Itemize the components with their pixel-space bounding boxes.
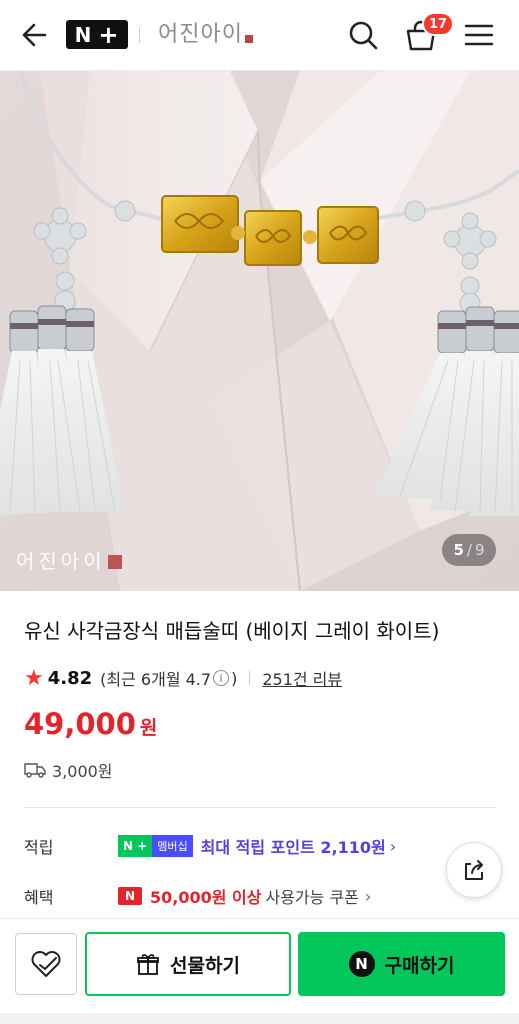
- price-currency: 원: [139, 717, 158, 739]
- price-value: 49,000: [24, 707, 136, 741]
- share-icon: [465, 860, 483, 880]
- plus-icon: +: [98, 20, 120, 49]
- shipping-fee: 3,000원: [52, 762, 113, 781]
- rating-divider: [249, 671, 251, 685]
- coupon-badge-icon: N: [118, 887, 142, 905]
- product-image[interactable]: [0, 71, 519, 591]
- hamburger-menu-icon[interactable]: [462, 18, 496, 52]
- rating-value: 4.82: [47, 667, 93, 689]
- top-header: N + 어진아이 17: [0, 0, 519, 71]
- coupon-row[interactable]: 혜택 N 50,000원 이상 사용가능 쿠폰 ›: [24, 883, 371, 909]
- product-photo: [0, 71, 519, 591]
- gift-button-label: 선물하기: [170, 954, 240, 977]
- star-icon: ★: [24, 665, 44, 691]
- price-row: 49,000 원: [24, 707, 157, 747]
- points-row[interactable]: 적립 N + 멤버십 최대 적립 포인트 2,110원 ›: [24, 833, 396, 859]
- section-divider: [24, 807, 496, 808]
- image-counter-separator: /: [466, 541, 472, 559]
- chevron-right-icon: ›: [389, 836, 397, 856]
- recent-rating-close: ): [231, 668, 238, 688]
- coupon-condition: 50,000원 이상: [150, 888, 262, 907]
- naver-plus-logo[interactable]: N +: [66, 20, 128, 49]
- chevron-right-icon: ›: [364, 886, 372, 906]
- recent-rating-text: (최근 6개월 4.7: [100, 670, 212, 689]
- naver-plus-logo-text: N: [74, 22, 93, 47]
- product-title: 유신 사각금장식 매듭술띠 (베이지 그레이 화이트): [24, 619, 440, 643]
- image-counter-current: 5: [453, 541, 464, 559]
- max-points-text: 최대 적립 포인트 2,110원: [200, 838, 386, 857]
- naver-plus-icon: N +: [118, 835, 153, 857]
- store-name-link[interactable]: 어진아이: [158, 20, 253, 50]
- points-label: 적립: [24, 838, 54, 857]
- membership-label: 멤버십: [152, 835, 193, 857]
- gift-icon: [137, 954, 159, 975]
- info-icon[interactable]: i: [213, 670, 230, 686]
- buy-button-label: 구매하기: [384, 954, 455, 977]
- image-counter: 5/9: [442, 534, 496, 566]
- image-watermark-text: 어진아이: [16, 549, 106, 573]
- rating-row: ★ 4.82 (최근 6개월 4.7 i ) 251건 리뷰: [24, 664, 342, 692]
- store-name: 어진아이: [158, 22, 243, 47]
- image-counter-total: 9: [474, 541, 485, 559]
- coupon-text: 사용가능 쿠폰: [265, 888, 359, 907]
- bottom-safe-area: [0, 1013, 519, 1024]
- watermark-seal-icon: [107, 555, 122, 569]
- heart-check-icon: [31, 951, 61, 977]
- image-watermark: 어진아이: [16, 545, 122, 574]
- delivery-truck-icon: [24, 763, 46, 778]
- coupon-label: 혜택: [24, 888, 54, 907]
- search-icon[interactable]: [345, 17, 381, 53]
- naver-plus-membership-badge: N + 멤버십: [118, 835, 193, 857]
- naver-pay-icon: N: [348, 951, 375, 977]
- bottom-action-bar: 선물하기 N 구매하기: [0, 918, 519, 1024]
- wishlist-button[interactable]: [15, 933, 77, 995]
- back-arrow-icon[interactable]: [18, 18, 52, 52]
- review-count-link[interactable]: 251건 리뷰: [262, 666, 342, 690]
- share-button[interactable]: [446, 842, 502, 898]
- buy-button[interactable]: N 구매하기: [298, 932, 505, 996]
- store-seal-icon: [244, 35, 253, 43]
- shipping-row: 3,000원: [24, 758, 113, 782]
- header-divider: [139, 27, 140, 43]
- gift-button[interactable]: 선물하기: [85, 932, 291, 996]
- cart-count-badge: 17: [422, 12, 455, 36]
